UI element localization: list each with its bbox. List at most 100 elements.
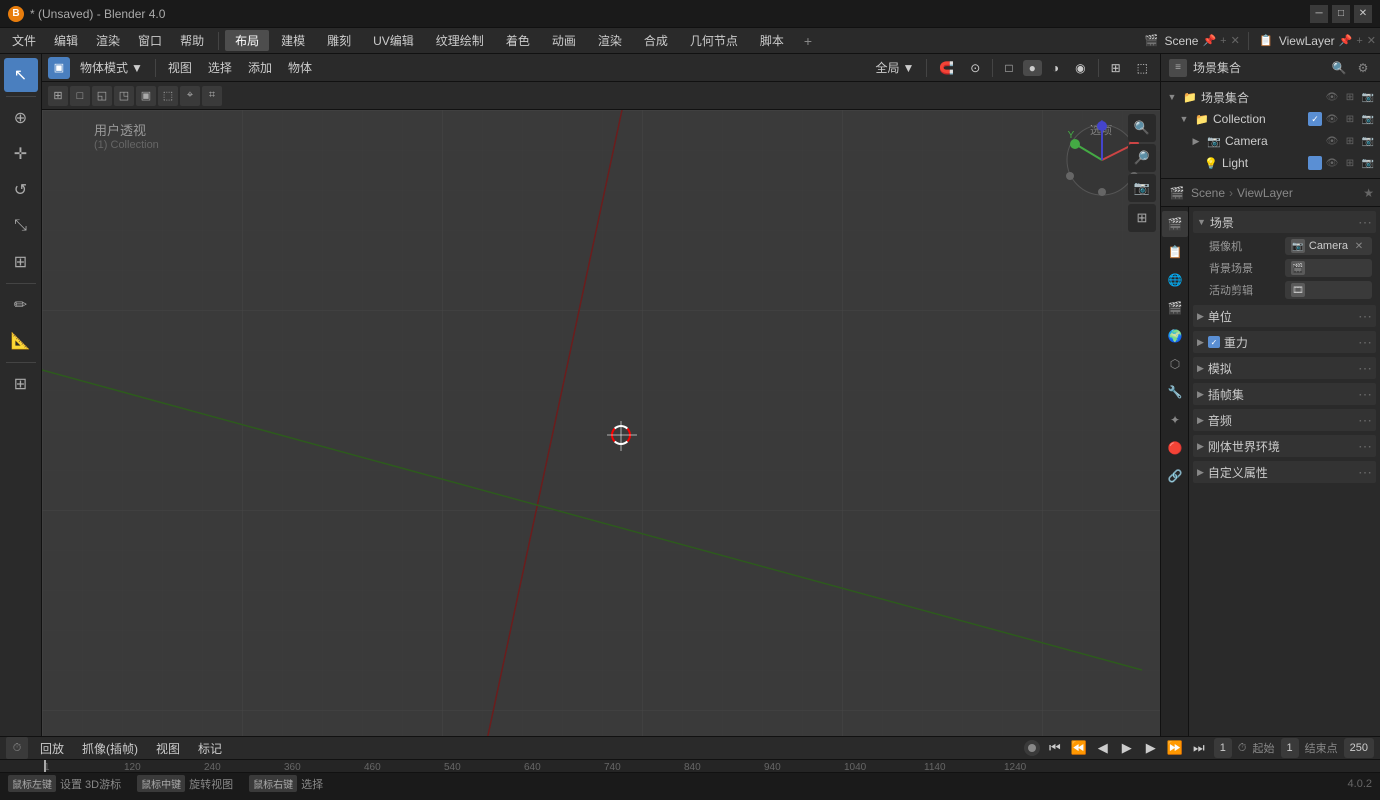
start-frame-box[interactable]: 1 [1281, 738, 1299, 758]
camera-prop-value[interactable]: 📷 Camera ✕ [1285, 237, 1372, 255]
shading-wireframe[interactable]: □ [999, 60, 1018, 76]
jump-start-button[interactable]: ⏮ [1044, 737, 1066, 759]
props-icon-modifiers[interactable]: 🔧 [1162, 379, 1188, 405]
viewport-object-menu[interactable]: 物体 [282, 58, 318, 77]
zoom-out-button[interactable]: 🔎 [1128, 144, 1156, 172]
timeline-view-btn[interactable]: 视图 [150, 739, 186, 758]
outliner-item-scene-collection[interactable]: ▼ 📁 场景集合 👁 ⊞ 📷 [1161, 86, 1380, 108]
jump-end-button[interactable]: ⏭ [1188, 737, 1210, 759]
menu-render[interactable]: 渲染 [88, 30, 128, 51]
tool-add[interactable]: ⊞ [4, 367, 38, 401]
clip-prop-value[interactable]: 🎞 [1285, 281, 1372, 299]
light-render[interactable]: 📷 [1360, 155, 1376, 171]
zoom-in-button[interactable]: 🔍 [1128, 114, 1156, 142]
sub-icon-2[interactable]: □ [70, 86, 90, 106]
camera-clear-button[interactable]: ✕ [1352, 239, 1366, 253]
workspace-texture-paint[interactable]: 纹理绘制 [426, 30, 494, 51]
scene-pin-icon[interactable]: 📌 [1202, 34, 1216, 47]
next-keyframe-button[interactable]: ⏩ [1164, 737, 1186, 759]
proportional-btn[interactable]: ⊙ [964, 60, 986, 76]
toggle-xray[interactable]: ⬚ [1131, 60, 1154, 76]
viewlayer-new-icon[interactable]: + [1356, 35, 1362, 47]
workspace-modeling[interactable]: 建模 [271, 30, 315, 51]
sub-icon-6[interactable]: ⬚ [158, 86, 178, 106]
viewport-select-menu[interactable]: 选择 [202, 58, 238, 77]
scene-collection-screen[interactable]: ⊞ [1342, 89, 1358, 105]
viewport-mode-selector[interactable]: 物体模式 ▼ [74, 58, 149, 77]
workspace-sculpt[interactable]: 雕刻 [317, 30, 361, 51]
shading-solid[interactable]: ● [1023, 60, 1042, 76]
section-audio-header[interactable]: ▶ 音频 ⋯ [1193, 409, 1376, 431]
sub-icon-4[interactable]: ◳ [114, 86, 134, 106]
minimize-button[interactable]: ─ [1310, 5, 1328, 23]
section-simulation-header[interactable]: ▶ 模拟 ⋯ [1193, 357, 1376, 379]
props-icon-object[interactable]: ⬡ [1162, 351, 1188, 377]
timeline-keyframe-btn[interactable]: 抓像(插帧) [76, 739, 144, 758]
sub-icon-3[interactable]: ◱ [92, 86, 112, 106]
scene-close-icon[interactable]: ✕ [1231, 34, 1240, 47]
props-icon-world[interactable]: 🌍 [1162, 323, 1188, 349]
tool-cursor[interactable]: ⊕ [4, 101, 38, 135]
workspace-animation[interactable]: 动画 [542, 30, 586, 51]
current-frame-box[interactable]: 1 [1214, 738, 1232, 758]
menu-edit[interactable]: 编辑 [46, 30, 86, 51]
maximize-button[interactable]: □ [1332, 5, 1350, 23]
menu-file[interactable]: 文件 [4, 30, 44, 51]
tool-scale[interactable]: ⤡ [4, 209, 38, 243]
snap-btn[interactable]: 🧲 [933, 60, 960, 76]
section-keying-header[interactable]: ▶ 插帧集 ⋯ [1193, 383, 1376, 405]
sub-icon-8[interactable]: ⌗ [202, 86, 222, 106]
viewport-view-menu[interactable]: 视图 [162, 58, 198, 77]
section-custom-props-header[interactable]: ▶ 自定义属性 ⋯ [1193, 461, 1376, 483]
outliner-item-light[interactable]: 💡 Light 👁 ⊞ 📷 [1161, 152, 1380, 174]
props-icon-output[interactable]: 📋 [1162, 239, 1188, 265]
close-button[interactable]: ✕ [1354, 5, 1372, 23]
tool-annotate[interactable]: ✏ [4, 288, 38, 322]
viewlayer-close-icon[interactable]: ✕ [1367, 34, 1376, 47]
light-eye[interactable]: 👁 [1324, 155, 1340, 171]
outliner-filter-button[interactable]: ⚙ [1354, 59, 1372, 77]
workspace-render[interactable]: 渲染 [588, 30, 632, 51]
props-icon-constraints[interactable]: 🔗 [1162, 463, 1188, 489]
step-forward-button[interactable]: ▶ [1140, 737, 1162, 759]
props-breadcrumb-scene[interactable]: Scene [1191, 186, 1225, 200]
sub-icon-5[interactable]: ▣ [136, 86, 156, 106]
toggle-overlays[interactable]: ⊞ [1105, 60, 1127, 76]
workspace-shading[interactable]: 着色 [496, 30, 540, 51]
add-workspace-button[interactable]: + [796, 31, 820, 51]
step-back-button[interactable]: ◀ [1092, 737, 1114, 759]
prev-keyframe-button[interactable]: ⏪ [1068, 737, 1090, 759]
end-frame-box[interactable]: 250 [1344, 738, 1374, 758]
viewlayer-name[interactable]: ViewLayer [1279, 34, 1335, 48]
section-units-header[interactable]: ▶ 单位 ⋯ [1193, 305, 1376, 327]
tool-transform[interactable]: ⊞ [4, 245, 38, 279]
scene-name[interactable]: Scene [1164, 34, 1198, 48]
props-icon-render[interactable]: 🎬 [1162, 211, 1188, 237]
timeline-mark-btn[interactable]: 标记 [192, 739, 228, 758]
workspace-geometry-nodes[interactable]: 几何节点 [680, 30, 748, 51]
camera-button[interactable]: 📷 [1128, 174, 1156, 202]
outliner-search-button[interactable]: 🔍 [1330, 59, 1348, 77]
tool-select[interactable]: ↖ [4, 58, 38, 92]
outliner-item-camera[interactable]: ▶ 📷 Camera 👁 ⊞ 📷 [1161, 130, 1380, 152]
viewlayer-pin-icon[interactable]: 📌 [1339, 34, 1353, 47]
section-gravity-header[interactable]: ▶ ✓ 重力 ⋯ [1193, 331, 1376, 353]
outliner-item-collection[interactable]: ▼ 📁 Collection ✓ 👁 ⊞ 📷 [1161, 108, 1380, 130]
sub-icon-7[interactable]: ⌖ [180, 86, 200, 106]
workspace-uv[interactable]: UV编辑 [363, 30, 424, 51]
timeline-playback-btn[interactable]: 回放 [34, 739, 70, 758]
collection-eye[interactable]: 👁 [1324, 111, 1340, 127]
section-rigid-body-header[interactable]: ▶ 刚体世界环境 ⋯ [1193, 435, 1376, 457]
tool-rotate[interactable]: ↺ [4, 173, 38, 207]
sub-icon-1[interactable]: ⊞ [48, 86, 68, 106]
scene-new-icon[interactable]: + [1220, 35, 1226, 47]
props-breadcrumb-viewlayer[interactable]: ViewLayer [1237, 186, 1293, 200]
section-scene-header[interactable]: ▼ 场景 ⋯ [1193, 211, 1376, 233]
shading-material[interactable]: ◑ [1046, 60, 1065, 76]
tool-measure[interactable]: 📐 [4, 324, 38, 358]
menu-window[interactable]: 窗口 [130, 30, 170, 51]
grid-button[interactable]: ⊞ [1128, 204, 1156, 232]
scene-collection-render[interactable]: 📷 [1360, 89, 1376, 105]
play-button[interactable]: ▶ [1116, 737, 1138, 759]
props-icon-particles[interactable]: ✦ [1162, 407, 1188, 433]
